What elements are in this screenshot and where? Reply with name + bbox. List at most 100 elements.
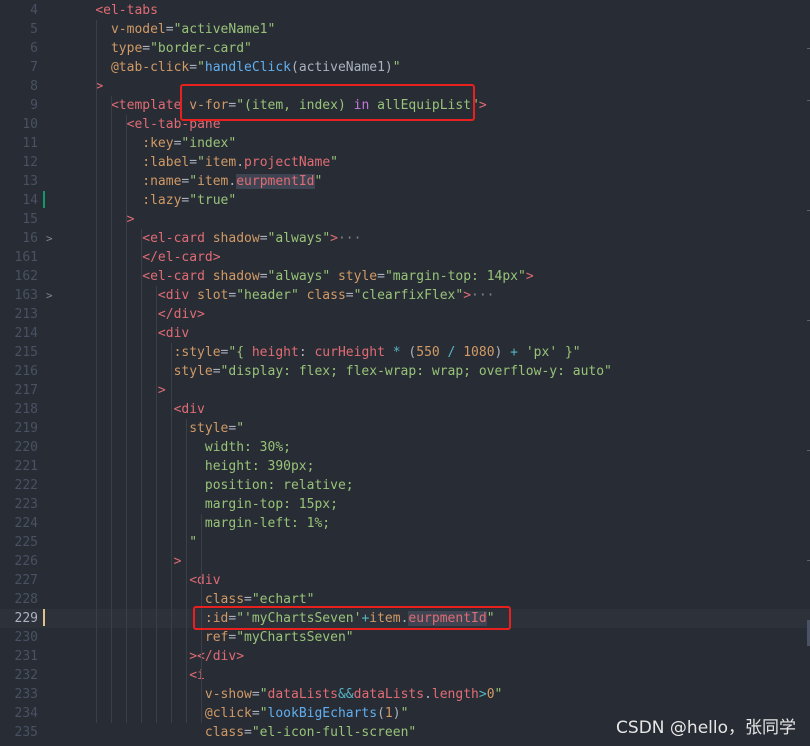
- line-number: 220: [14, 440, 38, 455]
- code-token: dataLists: [267, 687, 338, 702]
- code-token: class: [204, 592, 245, 607]
- code-line[interactable]: 222 position: relative;: [0, 476, 810, 495]
- code-line[interactable]: 221 height: 390px;: [0, 457, 810, 476]
- code-text: style="display: flex; flex-wrap: wrap; o…: [64, 362, 612, 381]
- code-token: v-for: [189, 98, 229, 113]
- code-line[interactable]: 161 </el-card>: [0, 248, 810, 267]
- code-line[interactable]: 225 ": [0, 533, 810, 552]
- code-token: ": [259, 706, 268, 721]
- code-token: ": [236, 421, 245, 436]
- line-number: 219: [14, 421, 38, 436]
- code-token: 1: [384, 706, 393, 721]
- code-token: >: [157, 383, 166, 398]
- line-number: 11: [22, 136, 38, 151]
- code-token: ref: [204, 630, 229, 645]
- code-line[interactable]: 216 style="display: flex; flex-wrap: wra…: [0, 362, 810, 381]
- code-line[interactable]: 8 >: [0, 77, 810, 96]
- code-token: ": [392, 60, 401, 75]
- code-token: <el-card: [142, 269, 205, 284]
- code-token: type: [110, 41, 143, 56]
- code-token: =: [244, 725, 252, 740]
- indent-guide: [171, 343, 172, 723]
- code-line[interactable]: 219 style=": [0, 419, 810, 438]
- code-text: <el-tab-pane: [64, 115, 221, 134]
- code-line[interactable]: 226 >: [0, 552, 810, 571]
- indent-guide: [186, 419, 187, 723]
- code-text: >: [64, 210, 135, 229]
- code-line[interactable]: 10 <el-tab-pane: [0, 115, 810, 134]
- code-token: :label: [142, 155, 190, 170]
- code-token: projectName: [244, 155, 331, 170]
- code-line[interactable]: 15 >: [0, 210, 810, 229]
- code-text: v-show="dataLists&&dataLists.length>0": [64, 685, 502, 704]
- code-line[interactable]: 224 margin-left: 1%;: [0, 514, 810, 533]
- code-line[interactable]: 233 v-show="dataLists&&dataLists.length>…: [0, 685, 810, 704]
- code-line[interactable]: 163 > <div slot="header" class="clearfixF…: [0, 286, 810, 305]
- code-token: (activeName1): [291, 60, 393, 75]
- code-token: style: [337, 269, 378, 284]
- code-token: allEquipList": [369, 98, 479, 113]
- code-line[interactable]: 213 </div>: [0, 305, 810, 324]
- code-text: ": [64, 533, 197, 552]
- indent-guide: [96, 20, 97, 723]
- line-number: 4: [30, 3, 38, 18]
- code-token: =: [377, 269, 385, 284]
- code-line[interactable]: 215 :style="{ height: curHeight * (550 /…: [0, 343, 810, 362]
- code-token: <template: [110, 98, 182, 113]
- line-number: 229: [14, 611, 38, 626]
- code-line[interactable]: 11 :key="index": [0, 134, 810, 153]
- watermark: CSDN @hello，张同学: [616, 718, 796, 738]
- code-line[interactable]: 13 :name="item.eurpmentId": [0, 172, 810, 191]
- code-line[interactable]: 227 <div: [0, 571, 810, 590]
- code-line[interactable]: 162 <el-card shadow="always" style="marg…: [0, 267, 810, 286]
- code-token: </div>: [157, 307, 205, 322]
- code-token: ": [259, 687, 268, 702]
- code-line[interactable]: 6 type="border-card": [0, 39, 810, 58]
- code-line[interactable]: 232 <i: [0, 666, 810, 685]
- code-text: margin-left: 1%;: [64, 514, 330, 533]
- code-token: <el-card: [142, 231, 205, 246]
- code-line[interactable]: 4 <el-tabs: [0, 1, 810, 20]
- line-number: 235: [14, 725, 38, 740]
- code-line[interactable]: 14 :lazy="true": [0, 191, 810, 210]
- fold-chevron-icon[interactable]: >: [46, 286, 58, 305]
- code-line[interactable]: 5 v-model="activeName1": [0, 20, 810, 39]
- code-editor[interactable]: 4 <el-tabs 5 v-model="activeName1" 6 type=…: [0, 0, 810, 746]
- code-line[interactable]: 220 width: 30%;: [0, 438, 810, 457]
- code-line[interactable]: 229 :id="'myChartsSeven'+item.eurpmentId…: [0, 609, 810, 628]
- code-line[interactable]: 218 <div: [0, 400, 810, 419]
- code-line[interactable]: 16 > <el-card shadow="always">···: [0, 229, 810, 248]
- code-token: margin-left: 1%;: [204, 516, 331, 531]
- code-token: class: [204, 725, 245, 740]
- code-token: >: [525, 269, 534, 284]
- code-line[interactable]: 12 :label="item.projectName": [0, 153, 810, 172]
- code-line[interactable]: 231 ></div>: [0, 647, 810, 666]
- code-line[interactable]: 217 >: [0, 381, 810, 400]
- code-token: style: [189, 421, 229, 436]
- code-line[interactable]: 230 ref="myChartsSeven": [0, 628, 810, 647]
- code-text: type="border-card": [64, 39, 252, 58]
- code-token: "always": [267, 269, 331, 284]
- code-line[interactable]: 7 @tab-click="handleClick(activeName1)": [0, 58, 810, 77]
- code-token: 550: [416, 345, 440, 360]
- fold-chevron-icon[interactable]: >: [46, 229, 58, 248]
- code-line[interactable]: 223 margin-top: 15px;: [0, 495, 810, 514]
- line-number: 12: [22, 155, 38, 170]
- code-line[interactable]: 9 <template v-for="(item, index) in allE…: [0, 96, 810, 115]
- code-token: ": [330, 155, 338, 170]
- code-line[interactable]: 214 <div: [0, 324, 810, 343]
- code-token: <div: [157, 326, 190, 341]
- line-number: 226: [14, 554, 38, 569]
- code-line[interactable]: 228 class="echart": [0, 590, 810, 609]
- code-token: in: [353, 98, 370, 113]
- code-text: ></div>: [64, 647, 244, 666]
